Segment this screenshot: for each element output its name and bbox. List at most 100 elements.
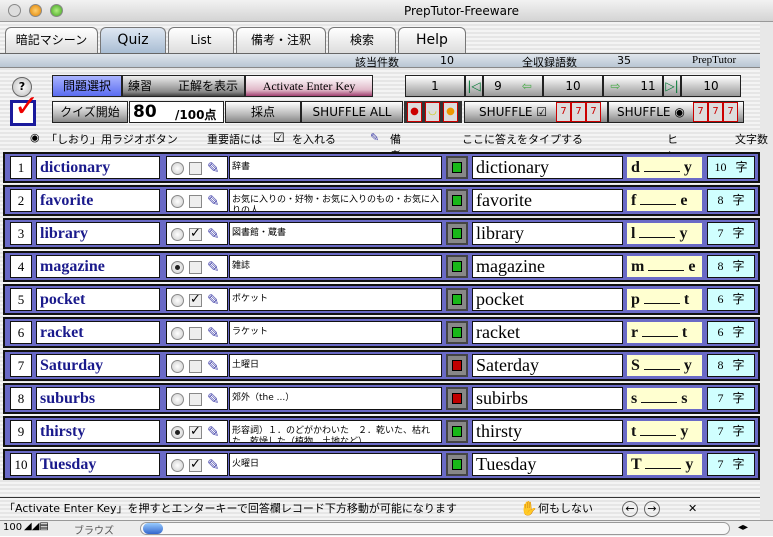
scroll-arrows[interactable]: ◂▸ bbox=[738, 522, 748, 533]
bookmark-radio[interactable] bbox=[171, 327, 184, 340]
note-field[interactable]: ポケット bbox=[229, 288, 442, 311]
pencil-icon[interactable]: ✎ bbox=[207, 225, 220, 243]
mode-label[interactable]: ブラウズ bbox=[74, 522, 114, 537]
bookmark-radio[interactable] bbox=[171, 360, 184, 373]
pencil-icon[interactable]: ✎ bbox=[207, 456, 220, 474]
nav-first-icon[interactable]: |◁ bbox=[465, 75, 483, 97]
answer-input[interactable]: racket bbox=[472, 321, 623, 344]
pencil-icon[interactable]: ✎ bbox=[207, 324, 220, 342]
pencil-icon[interactable]: ✎ bbox=[207, 390, 220, 408]
important-checkbox[interactable]: ✓ bbox=[189, 227, 202, 241]
pencil-icon[interactable]: ✎ bbox=[207, 291, 220, 309]
do-nothing-label[interactable]: 何もしない bbox=[538, 498, 593, 520]
pencil-icon: ✎ bbox=[370, 131, 380, 144]
answer-input[interactable]: dictionary bbox=[472, 156, 623, 179]
answer-input[interactable]: magazine bbox=[472, 255, 623, 278]
start-quiz-button[interactable]: クイズ開始 bbox=[52, 101, 128, 123]
hint-blank bbox=[639, 228, 676, 238]
quiz-mode-checkbox[interactable]: ✓ bbox=[10, 89, 39, 126]
important-checkbox[interactable] bbox=[189, 393, 202, 406]
arrow-left-icon: ⇦ bbox=[521, 79, 532, 93]
note-field[interactable]: 形容詞）１．のどがかわいた ２．乾いた、枯れた、乾燥した（植物、土地など） bbox=[229, 420, 442, 443]
hand-icon: ✋ bbox=[520, 501, 538, 517]
hint-first: T bbox=[631, 456, 642, 473]
tab-help[interactable]: Help bbox=[398, 27, 466, 53]
note-field[interactable]: 郊外（the ...） bbox=[229, 387, 442, 410]
important-checkbox[interactable] bbox=[189, 327, 202, 340]
shuffle-all-button[interactable]: SHUFFLE ALL bbox=[301, 101, 403, 123]
important-checkbox[interactable]: ✓ bbox=[189, 425, 202, 439]
bookmark-radio[interactable] bbox=[171, 459, 184, 472]
horizontal-scrollbar[interactable] bbox=[140, 522, 730, 535]
close-x-icon[interactable]: ✕ bbox=[688, 498, 697, 520]
tab-notes[interactable]: 備考・注釈 bbox=[236, 27, 326, 53]
important-checkbox[interactable]: ✓ bbox=[189, 458, 202, 472]
bookmark-radio[interactable] bbox=[171, 426, 184, 439]
note-field[interactable]: 図書館・蔵書 bbox=[229, 222, 442, 245]
practice-button[interactable]: 練習 正解を表示 bbox=[122, 75, 245, 97]
pencil-icon[interactable]: ✎ bbox=[207, 192, 220, 210]
tab-list[interactable]: List bbox=[168, 27, 234, 53]
scroll-thumb[interactable] bbox=[143, 523, 163, 534]
hint-blank bbox=[641, 327, 678, 337]
letter-count: 7 字 bbox=[707, 222, 755, 245]
bookmark-radio[interactable] bbox=[171, 261, 184, 274]
note-field[interactable]: 土曜日 bbox=[229, 354, 442, 377]
pencil-icon[interactable]: ✎ bbox=[207, 357, 220, 375]
answer-input[interactable]: pocket bbox=[472, 288, 623, 311]
note-field[interactable]: 火曜日 bbox=[229, 453, 442, 476]
hint-first: s bbox=[631, 390, 638, 407]
important-checkbox[interactable]: ✓ bbox=[189, 293, 202, 307]
pencil-icon[interactable]: ✎ bbox=[207, 159, 220, 177]
bookmark-radio[interactable] bbox=[171, 195, 184, 208]
note-field[interactable]: お気に入りの・好物・お気に入りのもの・お気に入りの人 bbox=[229, 189, 442, 212]
bookmark-radio[interactable] bbox=[171, 228, 184, 241]
word: racket bbox=[36, 321, 160, 344]
answer-input[interactable]: Tuesday bbox=[472, 453, 623, 476]
count-unit: 字 bbox=[732, 391, 745, 405]
answer-input[interactable]: Saterday bbox=[472, 354, 623, 377]
note-field[interactable]: ラケット bbox=[229, 321, 442, 344]
bookmark-radio[interactable] bbox=[171, 393, 184, 406]
nav-last-record[interactable]: 10 bbox=[681, 75, 741, 97]
nav-last-icon[interactable]: ▷| bbox=[663, 75, 681, 97]
arrow-right-button[interactable]: → bbox=[644, 501, 660, 517]
important-checkbox[interactable] bbox=[189, 261, 202, 274]
note-field[interactable]: 辞書 bbox=[229, 156, 442, 179]
nav-prev-button[interactable]: 9 ⇦ bbox=[483, 75, 543, 97]
nav-next-button[interactable]: ⇨ 11 bbox=[603, 75, 663, 97]
bookmark-radio[interactable] bbox=[171, 162, 184, 175]
count-value: 8 bbox=[717, 193, 724, 207]
shuffle-check-label: SHUFFLE bbox=[479, 105, 533, 119]
answer-input[interactable]: favorite bbox=[472, 189, 623, 212]
grade-button[interactable]: 採点 bbox=[225, 101, 301, 123]
tab-quiz[interactable]: Quiz bbox=[100, 27, 166, 53]
hint-last: y bbox=[679, 225, 688, 242]
important-checkbox[interactable] bbox=[189, 195, 202, 208]
zoom-level[interactable]: 100 bbox=[3, 522, 22, 533]
nav-current-record: 10 bbox=[543, 75, 603, 97]
hint: t y bbox=[626, 420, 703, 443]
status-bar: 100 ◢◢▤ ブラウズ ◂▸ bbox=[0, 520, 773, 537]
total-count-label: 全収録語数 bbox=[522, 56, 577, 69]
pencil-icon[interactable]: ✎ bbox=[207, 258, 220, 276]
arrow-left-button[interactable]: ← bbox=[622, 501, 638, 517]
seven-icon: 7 bbox=[723, 102, 738, 122]
count-value: 8 bbox=[717, 259, 724, 273]
bookmark-radio[interactable] bbox=[171, 294, 184, 307]
select-questions-button[interactable]: 問題選択 bbox=[52, 75, 122, 97]
tab-search[interactable]: 検索 bbox=[328, 27, 396, 53]
tab-memory-machine[interactable]: 暗記マシーン bbox=[5, 27, 98, 53]
answer-input[interactable]: thirsty bbox=[472, 420, 623, 443]
nav-first-record[interactable]: 1 bbox=[405, 75, 465, 97]
answer-input[interactable]: library bbox=[472, 222, 623, 245]
important-checkbox[interactable] bbox=[189, 360, 202, 373]
activate-enter-key-button[interactable]: Activate Enter Key bbox=[245, 75, 373, 97]
answer-input[interactable]: subirbs bbox=[472, 387, 623, 410]
important-checkbox[interactable] bbox=[189, 162, 202, 175]
table-row: 9 thirsty ✓ ✎ 形容詞）１．のどがかわいた ２．乾いた、枯れた、乾燥… bbox=[3, 416, 760, 447]
note-field[interactable]: 雑誌 bbox=[229, 255, 442, 278]
zoom-icons[interactable]: ◢◢▤ bbox=[24, 521, 49, 532]
word: Tuesday bbox=[36, 453, 160, 476]
pencil-icon[interactable]: ✎ bbox=[207, 423, 220, 441]
